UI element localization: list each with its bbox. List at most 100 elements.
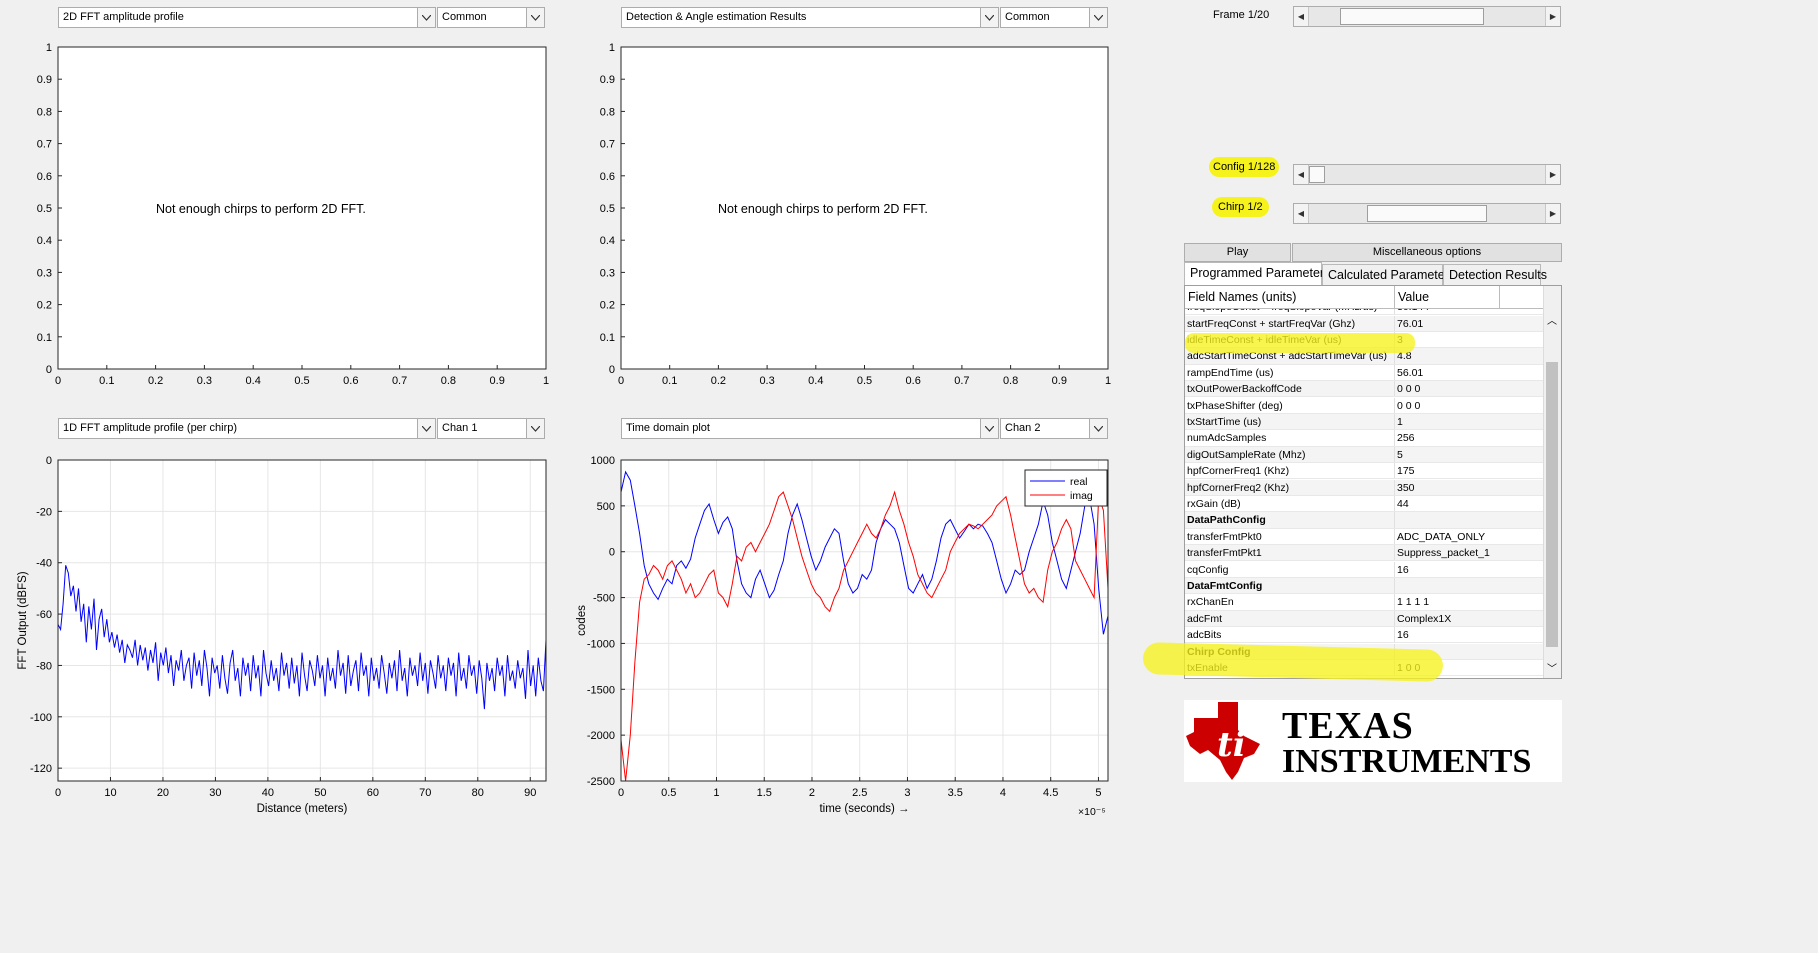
axes-svg: 0 0.1 0.2 0.3 0.4 0.5 0.6 0.7 0.8 0.9 1 0 0.1 0.2 0.3 0… bbox=[600, 42, 1111, 387]
table-row[interactable]: hpfCornerFreq2 (Khz) 350 bbox=[1185, 479, 1546, 496]
plot-type-dropdown-bottom-mid[interactable]: Time domain plot bbox=[621, 418, 999, 439]
y-tick-label: 0.5 bbox=[37, 203, 52, 215]
y-tick-label: 0.3 bbox=[37, 267, 52, 279]
dropdown-value: 2D FFT amplitude profile bbox=[63, 11, 184, 23]
x-tick-label: 0.1 bbox=[662, 375, 677, 387]
play-button[interactable]: Play bbox=[1184, 243, 1291, 262]
svg-text:ti: ti bbox=[1217, 725, 1246, 765]
column-divider bbox=[1394, 463, 1395, 479]
axes-detection-angle: 0 0.1 0.2 0.3 0.4 0.5 0.6 0.7 0.8 0.9 1 0 0.1 0.2 0.3 0… bbox=[563, 40, 1123, 400]
x-tick-label: 0.1 bbox=[99, 375, 114, 387]
table-row[interactable]: adcBits 16 bbox=[1185, 627, 1546, 644]
channel-dropdown-top-left[interactable]: Common bbox=[437, 7, 545, 28]
plot-type-dropdown-top-mid[interactable]: Detection & Angle estimation Results bbox=[621, 7, 999, 28]
column-divider bbox=[1394, 512, 1395, 528]
y-tick-label: 0.4 bbox=[37, 235, 52, 247]
chevron-down-icon bbox=[980, 419, 998, 438]
frame-slider[interactable]: ◀ ▶ bbox=[1293, 6, 1561, 27]
x-tick-label: 2.5 bbox=[852, 787, 867, 799]
axes-time-domain: 0 0.5 1 1.5 2 2.5 3 3.5 4 4.5 5 1000 500 0 -500 -1000 -1… bbox=[563, 450, 1123, 825]
x-tick-label: 0.7 bbox=[954, 375, 969, 387]
column-divider bbox=[1394, 430, 1395, 446]
value-cell: 1 bbox=[1397, 415, 1403, 428]
x-tick-label: 10 bbox=[104, 787, 116, 799]
table-row[interactable]: digOutSampleRate (Mhz) 5 bbox=[1185, 446, 1546, 464]
table-row[interactable]: hpfCornerFreq1 (Khz) 175 bbox=[1185, 463, 1546, 480]
y-tick-label: 0 bbox=[46, 364, 52, 376]
column-divider bbox=[1394, 381, 1395, 397]
channel-dropdown-top-mid[interactable]: Common bbox=[1000, 7, 1108, 28]
slider-thumb[interactable] bbox=[1340, 8, 1485, 25]
chevron-right-icon[interactable]: ▶ bbox=[1545, 204, 1560, 223]
channel-dropdown-bottom-mid[interactable]: Chan 2 bbox=[1000, 418, 1108, 439]
x-tick-label: 2 bbox=[809, 787, 815, 799]
table-row[interactable]: transferFmtPkt1 Suppress_packet_1 bbox=[1185, 545, 1546, 562]
plot-area bbox=[621, 460, 1108, 781]
value-cell: 56.01 bbox=[1397, 366, 1424, 379]
chevron-left-icon[interactable]: ◀ bbox=[1294, 7, 1309, 26]
chevron-up-icon[interactable]: ︿ bbox=[1547, 312, 1557, 327]
chevron-right-icon[interactable]: ▶ bbox=[1545, 165, 1560, 184]
table-row[interactable]: cqConfig 16 bbox=[1185, 561, 1546, 578]
y-tick-label: 0.2 bbox=[37, 300, 52, 312]
x-tick-label: 0 bbox=[55, 375, 61, 387]
tab-programmed-parameters[interactable]: Programmed Parameters bbox=[1184, 262, 1330, 285]
chevron-down-icon[interactable]: ﹀ bbox=[1547, 660, 1557, 675]
table-row[interactable]: adcFmt Complex1X bbox=[1185, 610, 1546, 628]
channel-dropdown-bottom-left[interactable]: Chan 1 bbox=[437, 418, 545, 439]
y-tick-label: 0.2 bbox=[600, 300, 615, 312]
x-tick-label: 0.4 bbox=[808, 375, 823, 387]
dropdown-value: Chan 1 bbox=[442, 422, 478, 434]
plot-type-dropdown-top-left[interactable]: 2D FFT amplitude profile bbox=[58, 7, 436, 28]
x-tick-label: 4 bbox=[1000, 787, 1006, 799]
tab-calculated-parameters[interactable]: Calculated Parameters bbox=[1322, 264, 1455, 285]
column-divider bbox=[1394, 594, 1395, 610]
legend-label: real bbox=[1070, 476, 1088, 488]
value-cell: 44 bbox=[1397, 497, 1409, 510]
table-row[interactable]: rxGain (dB) 44 bbox=[1185, 495, 1546, 513]
chevron-left-icon[interactable]: ◀ bbox=[1294, 204, 1309, 223]
x-exponent-label: ×10⁻⁵ bbox=[1078, 806, 1106, 818]
table-row[interactable]: DataPathConfig bbox=[1185, 512, 1546, 529]
x-tick-label: 0.2 bbox=[711, 375, 726, 387]
x-tick-label: 5 bbox=[1095, 787, 1101, 799]
y-axis-label: codes bbox=[576, 605, 588, 636]
table-row[interactable]: freqSlopeConst + freqSlopeVar (MHz/us) 30… bbox=[1185, 309, 1546, 316]
y-tick-label: 0.4 bbox=[600, 235, 615, 247]
slider-thumb[interactable] bbox=[1366, 205, 1487, 222]
config-slider[interactable]: ◀ ▶ bbox=[1293, 164, 1561, 185]
scrollbar-thumb[interactable] bbox=[1546, 362, 1558, 647]
plot-type-dropdown-bottom-left[interactable]: 1D FFT amplitude profile (per chirp) bbox=[58, 418, 436, 439]
value-cell: Suppress_packet_1 bbox=[1397, 547, 1490, 560]
table-row[interactable]: txStartTime (us) 1 bbox=[1185, 413, 1546, 431]
y-tick-label: 0 bbox=[46, 455, 52, 467]
value-cell: ADC_DATA_ONLY bbox=[1397, 530, 1486, 543]
table-row[interactable]: transferFmtPkt0 ADC_DATA_ONLY bbox=[1185, 528, 1546, 546]
slider-thumb[interactable] bbox=[1309, 166, 1325, 183]
table-row[interactable]: rxChanEn 1 1 1 1 bbox=[1185, 594, 1546, 611]
table-scrollbar[interactable]: ︿ ﹀ bbox=[1543, 286, 1561, 678]
table-row[interactable]: numAdcSamples 256 bbox=[1185, 430, 1546, 447]
dropdown-value: Time domain plot bbox=[626, 422, 710, 434]
chevron-left-icon[interactable]: ◀ bbox=[1294, 165, 1309, 184]
column-header-value[interactable]: Value bbox=[1395, 286, 1500, 308]
x-tick-label: 0 bbox=[618, 375, 624, 387]
misc-options-button[interactable]: Miscellaneous options bbox=[1292, 243, 1562, 262]
logo-text-instruments: INSTRUMENTS bbox=[1282, 743, 1532, 780]
tab-detection-results[interactable]: Detection Results bbox=[1443, 264, 1547, 285]
x-tick-label: 0.2 bbox=[148, 375, 163, 387]
x-axis-label: Distance (meters) bbox=[257, 803, 348, 815]
table-row[interactable]: DataFmtConfig bbox=[1185, 577, 1546, 595]
x-tick-label: 1 bbox=[543, 375, 549, 387]
column-header-field-names[interactable]: Field Names (units) bbox=[1185, 286, 1395, 308]
table-row[interactable]: txPhaseShifter (deg) 0 0 0 bbox=[1185, 397, 1546, 414]
table-row[interactable]: txOutPowerBackoffCode 0 0 0 bbox=[1185, 381, 1546, 398]
frame-slider-label: Frame 1/20 bbox=[1213, 9, 1270, 21]
chevron-right-icon[interactable]: ▶ bbox=[1545, 7, 1560, 26]
table-row[interactable]: rampEndTime (us) 56.01 bbox=[1185, 364, 1546, 382]
y-tick-label: -500 bbox=[593, 593, 615, 605]
chirp-slider[interactable]: ◀ ▶ bbox=[1293, 203, 1561, 224]
field-name-cell: hpfCornerFreq1 (Khz) bbox=[1187, 465, 1290, 478]
table-row[interactable]: startFreqConst + startFreqVar (Ghz) 76.01 bbox=[1185, 315, 1546, 332]
value-cell: 0 0 0 bbox=[1397, 399, 1421, 412]
